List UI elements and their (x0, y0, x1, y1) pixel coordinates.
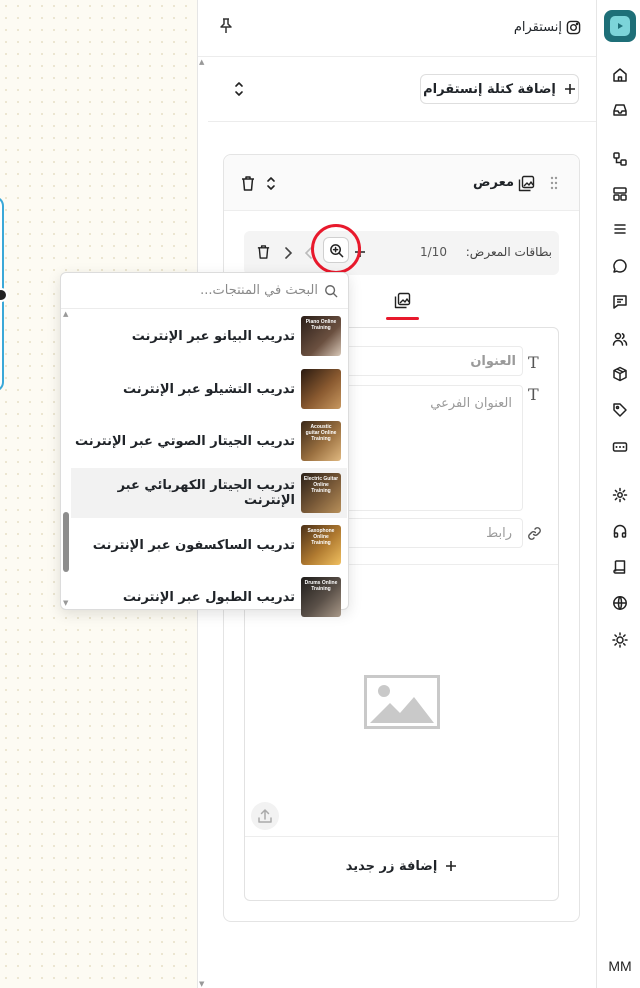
product-label: تدريب الساكسفون عبر الإنترنت (92, 537, 295, 553)
divider (208, 121, 596, 122)
upload-button[interactable] (251, 802, 279, 830)
scroll-up-arrow[interactable]: ▲ (63, 310, 68, 318)
scroll-up-arrow[interactable]: ▲ (199, 58, 204, 66)
text-type-icon: T (528, 385, 539, 404)
cards-label: بطاقات المعرض: (465, 245, 552, 259)
product-item[interactable]: Acoustic guitar Online Training تدريب ال… (71, 416, 347, 466)
chevron-right-icon[interactable] (283, 246, 293, 260)
instagram-icon (566, 20, 581, 35)
highlight-circle (311, 224, 361, 274)
product-thumbnail: Piano Online Training (301, 316, 341, 356)
product-label: تدريب الجيتار الكهربائي عبر الإنترنت (117, 478, 295, 508)
add-new-button[interactable]: إضافة زر جديد (245, 852, 558, 880)
add-block-label: إضافة كتلة إنستقرام (423, 81, 556, 97)
play-icon (610, 16, 630, 36)
product-item[interactable]: Drums Online Training تدريب الطبول عبر ا… (71, 572, 347, 622)
product-item[interactable]: Piano Online Training تدريب البيانو عبر … (71, 311, 347, 361)
divider (245, 836, 558, 837)
gallery-block-title: معرض (473, 175, 514, 190)
add-instagram-block-button[interactable]: إضافة كتلة إنستقرام (420, 74, 579, 104)
settings-icon[interactable] (608, 483, 632, 507)
text-type-icon: T (528, 353, 539, 372)
workflow-icon[interactable] (608, 147, 632, 171)
product-thumbnail: Drums Online Training (301, 577, 341, 617)
delete-card-icon[interactable] (256, 244, 271, 260)
chevron-up-down-icon[interactable] (231, 80, 247, 98)
link-icon (527, 526, 542, 541)
app-logo[interactable] (604, 10, 636, 42)
canvas-handle[interactable] (0, 288, 8, 302)
product-thumbnail: Saxophone Online Training (301, 525, 341, 565)
chat-bubble-icon[interactable] (608, 254, 632, 278)
product-label: تدريب التشيلو عبر الإنترنت (122, 381, 295, 397)
scroll-down-arrow[interactable]: ▼ (63, 599, 68, 607)
book-icon[interactable] (608, 555, 632, 579)
cards-count: 1/10 (420, 245, 447, 259)
product-label: تدريب الطبول عبر الإنترنت (122, 589, 295, 605)
plus-icon (564, 83, 576, 95)
layout-icon[interactable] (608, 182, 632, 206)
product-thumbnail: Acoustic guitar Online Training (301, 421, 341, 461)
card-icon[interactable] (608, 435, 632, 459)
tag-icon[interactable] (608, 398, 632, 422)
menu-icon[interactable] (608, 217, 632, 241)
home-icon[interactable] (608, 63, 632, 87)
product-label: تدريب البيانو عبر الإنترنت (131, 328, 295, 344)
users-icon[interactable] (608, 327, 632, 351)
inbox-icon[interactable] (608, 98, 632, 122)
product-thumbnail: Electric Guitar Online Training (301, 473, 341, 513)
sun-icon[interactable] (608, 628, 632, 652)
drag-handle-icon[interactable] (550, 175, 558, 191)
tab-card-1[interactable] (394, 292, 411, 309)
add-button-label: إضافة زر جديد (345, 858, 438, 874)
gallery-icon (394, 292, 411, 309)
upload-icon (258, 809, 272, 823)
package-icon[interactable] (608, 362, 632, 386)
product-item[interactable]: Saxophone Online Training تدريب الساكسفو… (71, 520, 347, 570)
message-square-icon[interactable] (608, 290, 632, 314)
product-search-input[interactable]: البحث في المنتجات... (200, 283, 318, 298)
product-item[interactable]: تدريب التشيلو عبر الإنترنت (71, 364, 347, 414)
globe-icon[interactable] (608, 591, 632, 615)
trash-icon[interactable] (240, 175, 256, 192)
search-icon (324, 284, 338, 298)
headphones-icon[interactable] (608, 519, 632, 543)
dropdown-scroll-thumb[interactable] (63, 512, 69, 572)
product-label: تدريب الجيتار الصوتي عبر الإنترنت (75, 433, 295, 449)
chevron-up-down-icon[interactable] (264, 175, 278, 192)
panel-title: إنستقرام (513, 20, 562, 35)
product-item[interactable]: Electric Guitar Online Training تدريب ال… (71, 468, 347, 518)
gallery-icon (518, 175, 535, 192)
plus-icon (445, 860, 457, 872)
product-search-bar[interactable]: البحث في المنتجات... (61, 273, 348, 309)
product-thumbnail (301, 369, 341, 409)
image-placeholder-icon[interactable] (364, 675, 440, 729)
user-avatar[interactable]: MM (600, 958, 640, 974)
scroll-down-arrow[interactable]: ▼ (199, 980, 204, 988)
active-tab-indicator (386, 317, 419, 320)
pin-icon[interactable] (218, 17, 234, 35)
